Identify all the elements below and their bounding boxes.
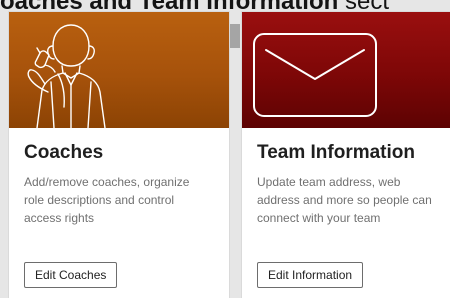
team-information-card-body: Team Information Update team address, we… — [242, 128, 450, 227]
envelope-icon — [253, 33, 377, 117]
edit-information-button[interactable]: Edit Information — [257, 262, 364, 288]
coaches-card-description: Add/remove coaches, organize role descri… — [24, 175, 190, 225]
page: oaches and Team Information sect Coaches… — [0, 0, 450, 298]
team-information-hero — [242, 12, 450, 128]
card-grid: Coaches Add/remove coaches, organize rol… — [0, 12, 450, 298]
coaches-hero — [9, 12, 229, 128]
team-information-card-description: Update team address, web address and mor… — [257, 175, 432, 225]
coaches-card-title: Coaches — [24, 142, 104, 163]
scrollbar-thumb[interactable] — [230, 24, 240, 48]
coaches-card-body: Coaches Add/remove coaches, organize rol… — [9, 128, 229, 227]
edit-coaches-button[interactable]: Edit Coaches — [24, 262, 118, 288]
coaches-card: Coaches Add/remove coaches, organize rol… — [9, 12, 229, 298]
coach-whistle-icon — [27, 24, 106, 128]
team-information-card-title: Team Information — [257, 142, 415, 163]
team-information-card: Team Information Update team address, we… — [242, 12, 450, 298]
